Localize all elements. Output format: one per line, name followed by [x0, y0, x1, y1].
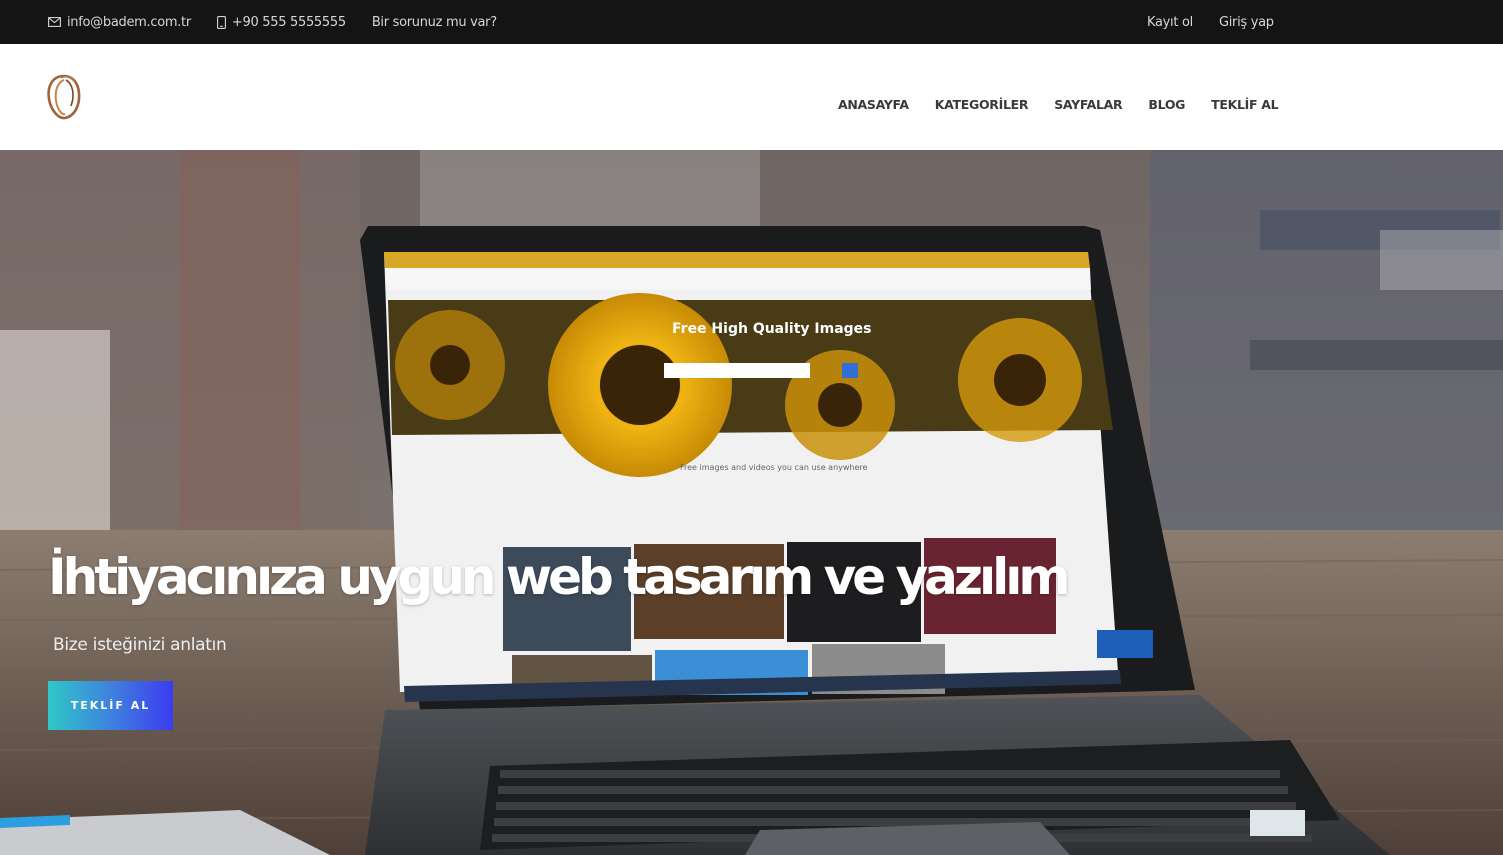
phone-contact[interactable]: +90 555 5555555 [216, 14, 346, 30]
envelope-icon [48, 17, 61, 27]
email-contact[interactable]: info@badem.com.tr [48, 15, 191, 30]
hero-subtitle: Bize isteğinizi anlatın [53, 635, 227, 655]
screen-heading: Free High Quality Images [672, 321, 872, 337]
nav-item-sayfalar[interactable]: SAYFALAR [1054, 97, 1122, 112]
teklif-al-button[interactable]: TEKLİF AL [48, 681, 173, 730]
main-nav: ANASAYFA KATEGORİLER SAYFALAR BLOG TEKLİ… [838, 97, 1304, 112]
login-link[interactable]: Giriş yap [1219, 15, 1274, 30]
site-header: ANASAYFA KATEGORİLER SAYFALAR BLOG TEKLİ… [0, 44, 1503, 150]
nav-item-anasayfa[interactable]: ANASAYFA [838, 97, 909, 112]
nav-item-teklif-al[interactable]: TEKLİF AL [1211, 97, 1279, 112]
register-link[interactable]: Kayıt ol [1147, 15, 1193, 30]
question-text: Bir sorunuz mu var? [372, 15, 497, 30]
nav-item-blog[interactable]: BLOG [1148, 97, 1185, 112]
top-bar: info@badem.com.tr +90 555 5555555 Bir so… [0, 0, 1503, 44]
mobile-phone-icon [216, 15, 226, 29]
email-text: info@badem.com.tr [67, 14, 191, 30]
hero-title: İhtiyacınıza uygun web tasarım ve yazılı… [48, 548, 1071, 606]
hero-section: Free High Quality Images Free images and… [0, 150, 1503, 855]
screen-caption: Free images and videos you can use anywh… [680, 463, 868, 472]
nav-item-kategoriler[interactable]: KATEGORİLER [935, 97, 1029, 112]
question-label: Bir sorunuz mu var? [371, 14, 497, 30]
phone-text: +90 555 5555555 [231, 14, 346, 30]
top-bar-account: Kayıt ol Giriş yap [1147, 0, 1300, 44]
badem-logo[interactable] [46, 73, 82, 121]
hero-background-laptop-image: Free High Quality Images Free images and… [0, 150, 1503, 855]
top-bar-contact: info@badem.com.tr +90 555 5555555 Bir so… [48, 0, 523, 44]
